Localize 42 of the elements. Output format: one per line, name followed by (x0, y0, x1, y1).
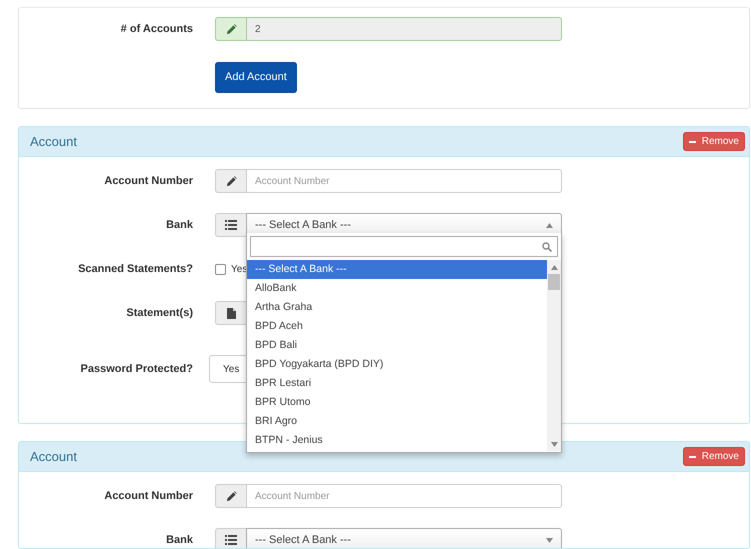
scrollbar-thumb[interactable] (548, 274, 560, 290)
scrollbar[interactable] (547, 260, 561, 451)
field-label: # of Accounts (120, 22, 193, 37)
dropdown-option[interactable]: BPD Aceh (247, 317, 547, 336)
dropdown-option[interactable]: BTPN - Jenius (247, 431, 547, 450)
minus-icon (688, 140, 696, 142)
scroll-up-icon (550, 265, 558, 270)
dropdown-option[interactable]: BPD Bali (247, 336, 547, 355)
field-label: Scanned Statements? (77, 262, 193, 277)
pencil-icon (215, 484, 246, 508)
account-number-field[interactable]: Account Number (246, 169, 562, 193)
remove-button[interactable]: Remove (682, 132, 745, 151)
list-icon (215, 213, 246, 237)
file-icon (215, 301, 246, 325)
dropdown-option[interactable]: BRI Agro (247, 412, 547, 431)
search-icon (542, 242, 552, 252)
caret-up-icon (546, 222, 553, 228)
minus-icon (688, 456, 696, 458)
add-account-button[interactable]: Add Account (215, 62, 297, 92)
dropdown-option[interactable]: AlloBank (247, 279, 547, 298)
remove-button[interactable]: Remove (682, 447, 745, 466)
panel-title: Account (30, 448, 77, 466)
bank-select[interactable]: --- Select A Bank --- (246, 528, 562, 548)
field-label: Bank (165, 218, 193, 233)
field-label: Account Number (103, 488, 193, 504)
panel-title: Account (30, 132, 77, 151)
caret-down-icon (546, 538, 553, 542)
dropdown-option[interactable]: BPR Utomo (247, 393, 547, 412)
list-icon (215, 528, 246, 548)
count-field[interactable]: 2 (246, 17, 562, 41)
field-label: Statement(s) (125, 306, 193, 321)
field-label: Account Number (103, 174, 193, 189)
scroll-down-icon (550, 442, 558, 447)
field-label: Password Protected? (80, 362, 193, 377)
account-number-field[interactable]: Account Number (246, 484, 562, 508)
dropdown-option[interactable]: Artha Graha (247, 298, 547, 317)
pencil-icon (215, 17, 246, 41)
search-field[interactable] (250, 236, 558, 257)
checkbox[interactable] (215, 264, 226, 274)
field-label: Bank (165, 532, 193, 548)
dropdown-option[interactable]: --- Select A Bank --- (247, 260, 547, 279)
pencil-icon (215, 169, 246, 193)
